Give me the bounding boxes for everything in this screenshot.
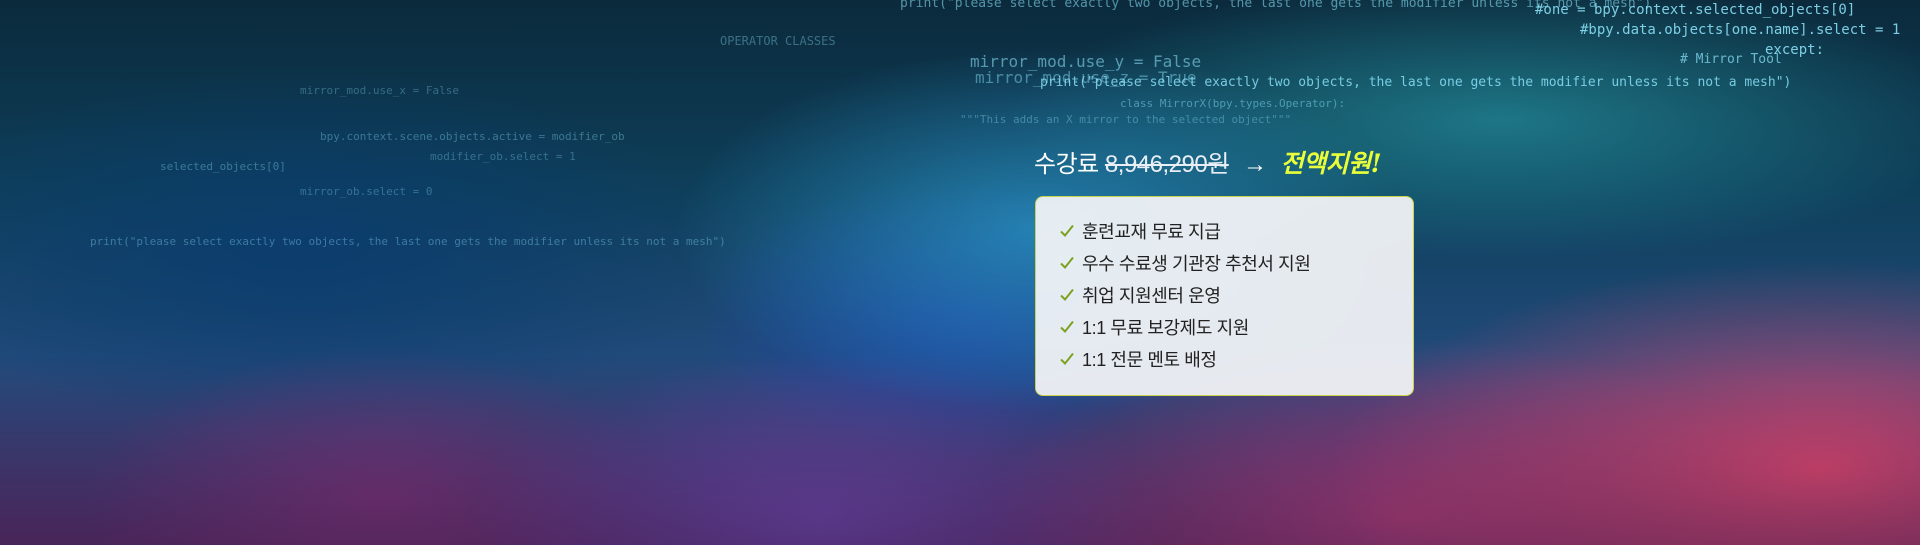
benefit-item: 취업 지원센터 운영 [1058, 279, 1413, 311]
original-price: 8,946,290원 [1104, 151, 1229, 178]
benefit-label: 우수 수료생 기관장 추천서 지원 [1082, 254, 1311, 274]
full-support-text: 전액지원! [1280, 149, 1382, 178]
benefit-item: 훈련교재 무료 지급 [1058, 215, 1413, 247]
check-icon [1060, 288, 1074, 301]
background-shade [0, 0, 1920, 545]
benefit-label: 취업 지원센터 운영 [1082, 286, 1221, 306]
tuition-label: 수강료 [1034, 151, 1099, 178]
check-icon [1060, 256, 1074, 269]
benefit-item: 우수 수료생 기관장 추천서 지원 [1058, 247, 1413, 279]
check-icon [1060, 352, 1074, 365]
benefit-label: 훈련교재 무료 지급 [1082, 222, 1221, 242]
benefit-item: 1:1 전문 멘토 배정 [1058, 343, 1413, 375]
arrow-icon: → [1242, 151, 1267, 178]
check-icon [1060, 224, 1074, 237]
hero-banner: print("please select exactly two objects… [0, 0, 1920, 545]
benefit-label: 1:1 전문 멘토 배정 [1082, 350, 1217, 370]
benefits-list: 훈련교재 무료 지급 우수 수료생 기관장 추천서 지원 취업 지원센터 운영 … [1058, 215, 1413, 375]
check-icon [1060, 320, 1074, 333]
benefit-label: 1:1 무료 보강제도 지원 [1082, 318, 1249, 338]
tuition-headline: 수강료 8,946,290원 → 전액지원! [1034, 144, 1382, 180]
benefit-item: 1:1 무료 보강제도 지원 [1058, 311, 1413, 343]
benefits-card: 훈련교재 무료 지급 우수 수료생 기관장 추천서 지원 취업 지원센터 운영 … [1035, 196, 1414, 396]
